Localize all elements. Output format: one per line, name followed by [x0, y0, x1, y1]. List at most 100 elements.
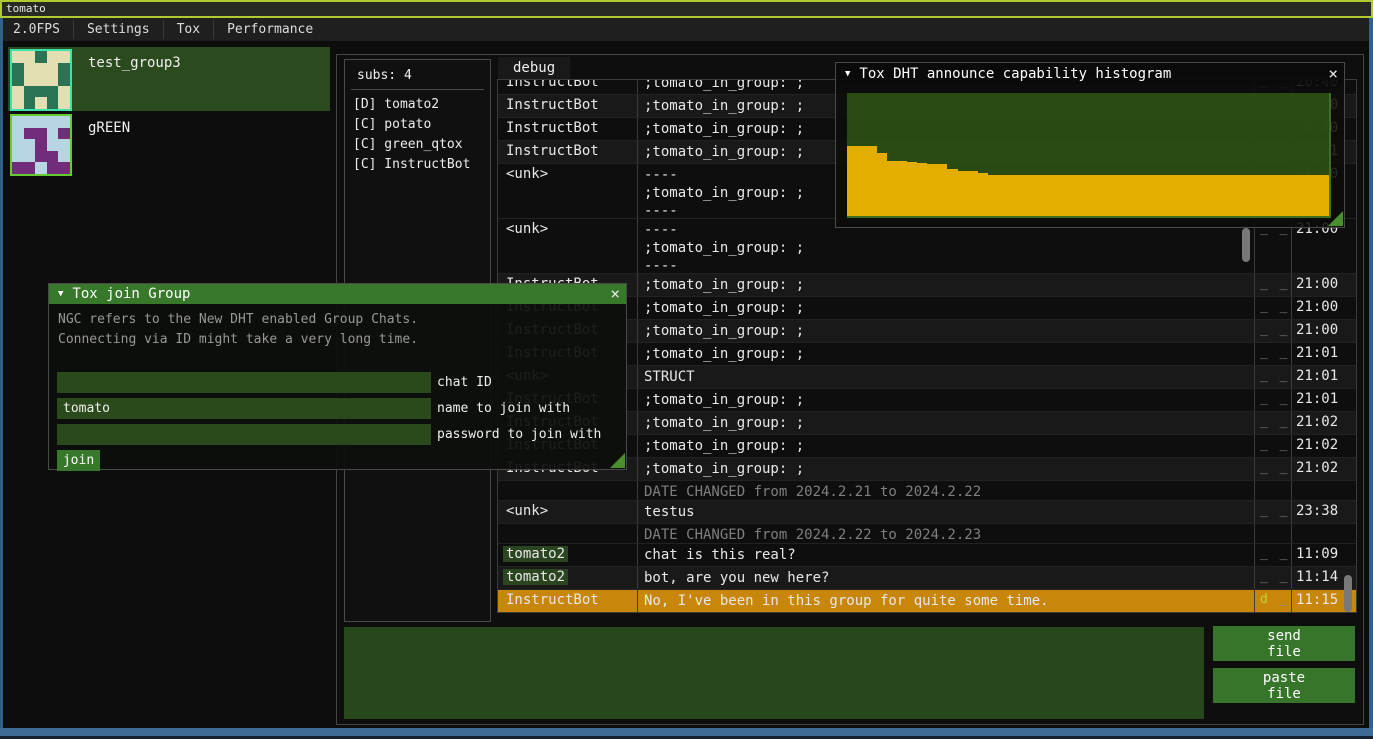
- subs-member[interactable]: [C] InstructBot: [353, 155, 490, 175]
- close-icon[interactable]: ×: [1328, 66, 1338, 82]
- sender-cell: tomato2: [498, 544, 637, 566]
- avatar-pixel: [12, 162, 24, 174]
- histogram-bar: [1299, 175, 1309, 216]
- join-password-input[interactable]: [57, 424, 431, 445]
- avatar-pixel: [58, 128, 70, 140]
- date-separator-row[interactable]: DATE CHANGED from 2024.2.22 to 2024.2.23: [498, 524, 1356, 544]
- avatar-pixel: [24, 151, 36, 163]
- group-avatar: [10, 49, 72, 111]
- group-item-green[interactable]: gREEN: [8, 112, 330, 176]
- status-cell: d _: [1254, 590, 1291, 612]
- sender-name: <unk>: [503, 221, 551, 237]
- histogram-bar: [1028, 175, 1038, 216]
- join-button[interactable]: join: [57, 450, 100, 471]
- chat-id-input[interactable]: [57, 372, 431, 393]
- avatar-pixel: [47, 151, 59, 163]
- status-cell: _ _: [1254, 366, 1291, 388]
- join-window-body: NGC refers to the New DHT enabled Group …: [49, 304, 626, 350]
- avatar-pixel: [12, 97, 24, 109]
- delivered-mark: d: [1260, 592, 1270, 607]
- menu-tox[interactable]: Tox: [164, 18, 213, 41]
- group-item-test_group3[interactable]: test_group3: [8, 47, 330, 111]
- timestamp-cell: [1291, 481, 1339, 500]
- message-line: ;tomato_in_group: ;: [644, 239, 1254, 257]
- histogram-bar: [1138, 175, 1148, 216]
- avatar-pixel: [35, 162, 47, 174]
- sender-name: InstructBot: [503, 143, 602, 159]
- histogram-bar: [1118, 175, 1128, 216]
- avatar-pixel: [24, 162, 36, 174]
- avatar-pixel: [47, 97, 59, 109]
- avatar-pixel: [58, 151, 70, 163]
- avatar-pixel: [12, 51, 24, 63]
- scrollbar-thumb[interactable]: [1242, 228, 1250, 262]
- status-cell: _ _: [1254, 297, 1291, 319]
- message-cell: No, I've been in this group for quite so…: [637, 590, 1254, 612]
- join-window-titlebar[interactable]: ▼ Tox join Group ×: [49, 284, 626, 304]
- join-group-window[interactable]: ▼ Tox join Group × NGC refers to the New…: [48, 283, 627, 470]
- subs-member[interactable]: [D] tomato2: [353, 95, 490, 115]
- message-cell: DATE CHANGED from 2024.2.22 to 2024.2.23: [637, 524, 1254, 543]
- timestamp-cell: 21:02: [1291, 412, 1339, 434]
- message-row[interactable]: <unk>testus_ _23:38: [498, 501, 1356, 524]
- avatar-pixel: [35, 139, 47, 151]
- subs-member[interactable]: [C] potato: [353, 115, 490, 135]
- window-titlebar[interactable]: tomato: [0, 0, 1373, 18]
- paste-file-button[interactable]: paste file: [1213, 668, 1355, 703]
- histogram-bar: [1148, 175, 1158, 216]
- histogram-window[interactable]: ▼ Tox DHT announce capability histogram …: [835, 62, 1345, 228]
- message-row[interactable]: InstructBotNo, I've been in this group f…: [498, 590, 1356, 613]
- histogram-bar: [927, 164, 937, 216]
- join-name-label: name to join with: [437, 398, 570, 419]
- status-cell: _ _: [1254, 567, 1291, 589]
- collapse-icon[interactable]: ▼: [58, 289, 63, 299]
- status-cell: _ _: [1254, 544, 1291, 566]
- menu-performance[interactable]: Performance: [214, 18, 326, 41]
- message-row[interactable]: tomato2bot, are you new here?_ _11:14: [498, 567, 1356, 590]
- timestamp-cell: 21:00: [1291, 274, 1339, 296]
- scrollbar-thumb[interactable]: [1344, 575, 1352, 612]
- fps-indicator: 2.0FPS: [0, 18, 73, 41]
- send-file-button[interactable]: send file: [1213, 626, 1355, 661]
- histogram-bar: [1018, 175, 1028, 216]
- group-name: test_group3: [88, 55, 181, 71]
- avatar-pixel: [47, 128, 59, 140]
- histogram-bar: [1289, 175, 1299, 216]
- avatar-pixel: [35, 116, 47, 128]
- message-cell: DATE CHANGED from 2024.2.21 to 2024.2.22: [637, 481, 1254, 500]
- histogram-bar: [947, 169, 957, 216]
- avatar-pixel: [47, 63, 59, 75]
- timestamp-cell: 11:15: [1291, 590, 1339, 612]
- timestamp-cell: 21:00: [1291, 320, 1339, 342]
- avatar-pixel: [35, 74, 47, 86]
- histogram-bar: [917, 163, 927, 216]
- message-row[interactable]: tomato2chat is this real?_ _11:09: [498, 544, 1356, 567]
- subs-count: subs: 4: [345, 60, 490, 89]
- join-name-input[interactable]: [57, 398, 431, 419]
- sender-name: tomato2: [503, 546, 568, 562]
- menu-settings[interactable]: Settings: [74, 18, 163, 41]
- histogram-bar: [1068, 175, 1078, 216]
- status-cell: _ _: [1254, 501, 1291, 523]
- avatar-pixel: [12, 151, 24, 163]
- histogram-bar: [1108, 175, 1118, 216]
- histogram-bar: [1048, 175, 1058, 216]
- message-input[interactable]: [344, 627, 1204, 719]
- date-separator-row[interactable]: DATE CHANGED from 2024.2.21 to 2024.2.22: [498, 481, 1356, 501]
- histogram-bar: [877, 153, 887, 216]
- histogram-bar: [897, 161, 907, 216]
- histogram-bar: [978, 173, 988, 216]
- resize-grip[interactable]: [1328, 211, 1343, 226]
- avatar-pixel: [47, 51, 59, 63]
- collapse-icon[interactable]: ▼: [845, 69, 850, 79]
- group-name: gREEN: [88, 120, 130, 136]
- subs-member[interactable]: [C] green_qtox: [353, 135, 490, 155]
- avatar-pixel: [58, 139, 70, 151]
- resize-grip[interactable]: [610, 453, 625, 468]
- histogram-bar: [1279, 175, 1289, 216]
- tab-debug[interactable]: debug: [498, 57, 570, 79]
- avatar-pixel: [12, 139, 24, 151]
- close-icon[interactable]: ×: [610, 286, 620, 302]
- status-cell: _ _: [1254, 320, 1291, 342]
- histogram-window-titlebar[interactable]: ▼ Tox DHT announce capability histogram …: [836, 63, 1344, 85]
